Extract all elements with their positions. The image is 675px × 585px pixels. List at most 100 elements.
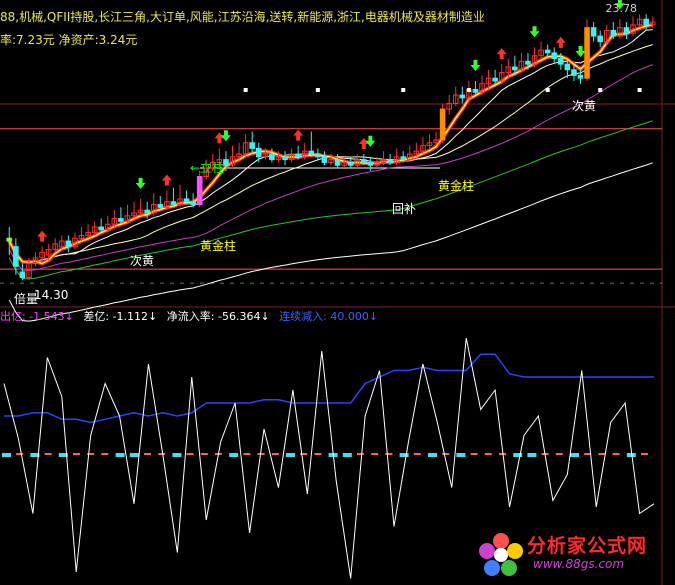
candle-body — [13, 246, 19, 267]
white-dot-marker — [598, 88, 603, 92]
zero-mark — [101, 453, 109, 455]
candle-body — [183, 198, 190, 203]
zero-mark — [2, 453, 11, 457]
zero-mark — [44, 453, 52, 455]
zero-mark — [200, 453, 208, 455]
zero-mark — [470, 453, 478, 455]
candle-body — [512, 66, 518, 71]
candle-body — [308, 150, 315, 155]
zero-mark — [229, 453, 239, 457]
zero-mark — [144, 453, 151, 455]
zero-mark — [129, 453, 139, 457]
annotation-label: 次黄 — [130, 254, 154, 268]
white-dot-marker — [243, 88, 248, 92]
candle-body — [282, 156, 288, 161]
zero-mark — [442, 453, 450, 455]
white-dot-marker — [466, 88, 471, 92]
down-arrow-icon — [470, 60, 481, 71]
annotation-label: 次黄 — [572, 99, 596, 113]
candle-body — [118, 218, 124, 222]
candle-body — [577, 74, 584, 79]
down-arrow-icon — [529, 26, 540, 38]
zero-mark — [399, 453, 409, 457]
zero-mark — [527, 453, 537, 457]
candle-body — [196, 175, 203, 206]
candle-body — [597, 35, 603, 43]
candle-body — [643, 18, 649, 26]
zero-mark — [641, 453, 648, 455]
zero-mark — [413, 453, 421, 455]
candle-body — [544, 49, 551, 54]
watermark: 分析家公式网 www.88gs.com — [477, 531, 667, 579]
zero-mark — [598, 453, 606, 455]
up-arrow-icon — [214, 132, 225, 144]
legend-chuyi: 出亿: -1.543↓ — [0, 310, 74, 323]
zero-mark — [371, 453, 379, 455]
candle-body — [492, 77, 498, 82]
zero-mark — [314, 453, 322, 455]
stock-chart: ←立柱黄金柱次黄倍量14.30黄金柱回补次黄 — [0, 0, 675, 585]
candle-body — [610, 29, 617, 37]
candle-body — [6, 237, 13, 242]
annotation-label: 回补 — [392, 202, 416, 216]
watermark-title: 分析家公式网 — [527, 535, 648, 557]
up-arrow-icon — [358, 138, 369, 149]
zero-mark — [158, 453, 166, 455]
legend-continuous: 连续减入: 40.000↓ — [279, 310, 379, 323]
candle-body — [590, 27, 597, 37]
candle-body — [551, 52, 558, 60]
zero-mark — [271, 453, 279, 455]
up-arrow-icon — [161, 174, 172, 186]
candle-body — [315, 153, 321, 158]
watermark-url: www.88gs.com — [533, 557, 625, 571]
candle-body — [269, 153, 275, 161]
up-arrow-icon — [496, 48, 507, 60]
ma120-line — [8, 162, 653, 322]
candle-body — [157, 204, 164, 208]
zero-mark — [172, 453, 182, 457]
annotation-label: ←立柱 — [190, 160, 224, 175]
candle-body — [623, 27, 630, 34]
candle-body — [170, 201, 177, 206]
candle-body — [295, 153, 301, 158]
candle-body — [459, 94, 466, 99]
annotation-label: 黄金柱 — [438, 178, 474, 193]
candle-body — [361, 159, 367, 163]
zero-mark — [570, 453, 579, 457]
zero-mark — [286, 453, 295, 457]
white-dot-marker — [401, 88, 406, 92]
candle-body — [525, 60, 531, 65]
candle-body — [223, 159, 229, 166]
zero-mark — [73, 453, 80, 455]
candle-body — [571, 69, 577, 76]
down-arrow-icon — [135, 177, 146, 189]
down-arrow-icon — [575, 45, 586, 57]
candle-body — [347, 161, 354, 166]
zero-mark — [357, 453, 364, 455]
price-high-label: 23.78 — [605, 2, 638, 15]
annotation-label: 14.30 — [34, 288, 68, 302]
candle-body — [334, 159, 341, 166]
indicator-legend: 出亿: -1.543↓ 差亿: -1.112↓ 净流入率: -56.364↓ 连… — [0, 310, 384, 324]
ma60-line — [8, 120, 653, 280]
legend-chayi: 差亿: -1.112↓ — [83, 310, 158, 323]
white-dot-marker — [545, 88, 550, 92]
up-arrow-icon — [555, 36, 566, 48]
zero-mark — [385, 453, 393, 455]
up-arrow-icon — [37, 230, 48, 242]
chart-stage: ←立柱 黄金柱 次黄 倍量 14.30 黄金柱 回补 次黄 88,机械,QFII持股,长江三角… — [0, 0, 675, 585]
concept-tags: 88,机械,QFII持股,长江三角,大订单,风能,江苏沿海,送转,新能源,浙江,… — [0, 10, 485, 24]
zero-mark — [342, 453, 352, 457]
finance-info: 率:7.23元 净资产:3.24元 — [0, 33, 138, 47]
candle-body — [584, 27, 590, 79]
flower-logo-icon — [479, 533, 523, 576]
candle-body — [558, 58, 564, 65]
down-arrow-icon — [220, 130, 231, 142]
candle-body — [439, 108, 446, 141]
zero-mark — [115, 453, 125, 457]
candle-body — [249, 142, 256, 149]
candle-body — [564, 63, 571, 71]
zero-mark — [428, 453, 437, 457]
zero-mark — [16, 453, 24, 455]
candle-body — [19, 271, 26, 279]
